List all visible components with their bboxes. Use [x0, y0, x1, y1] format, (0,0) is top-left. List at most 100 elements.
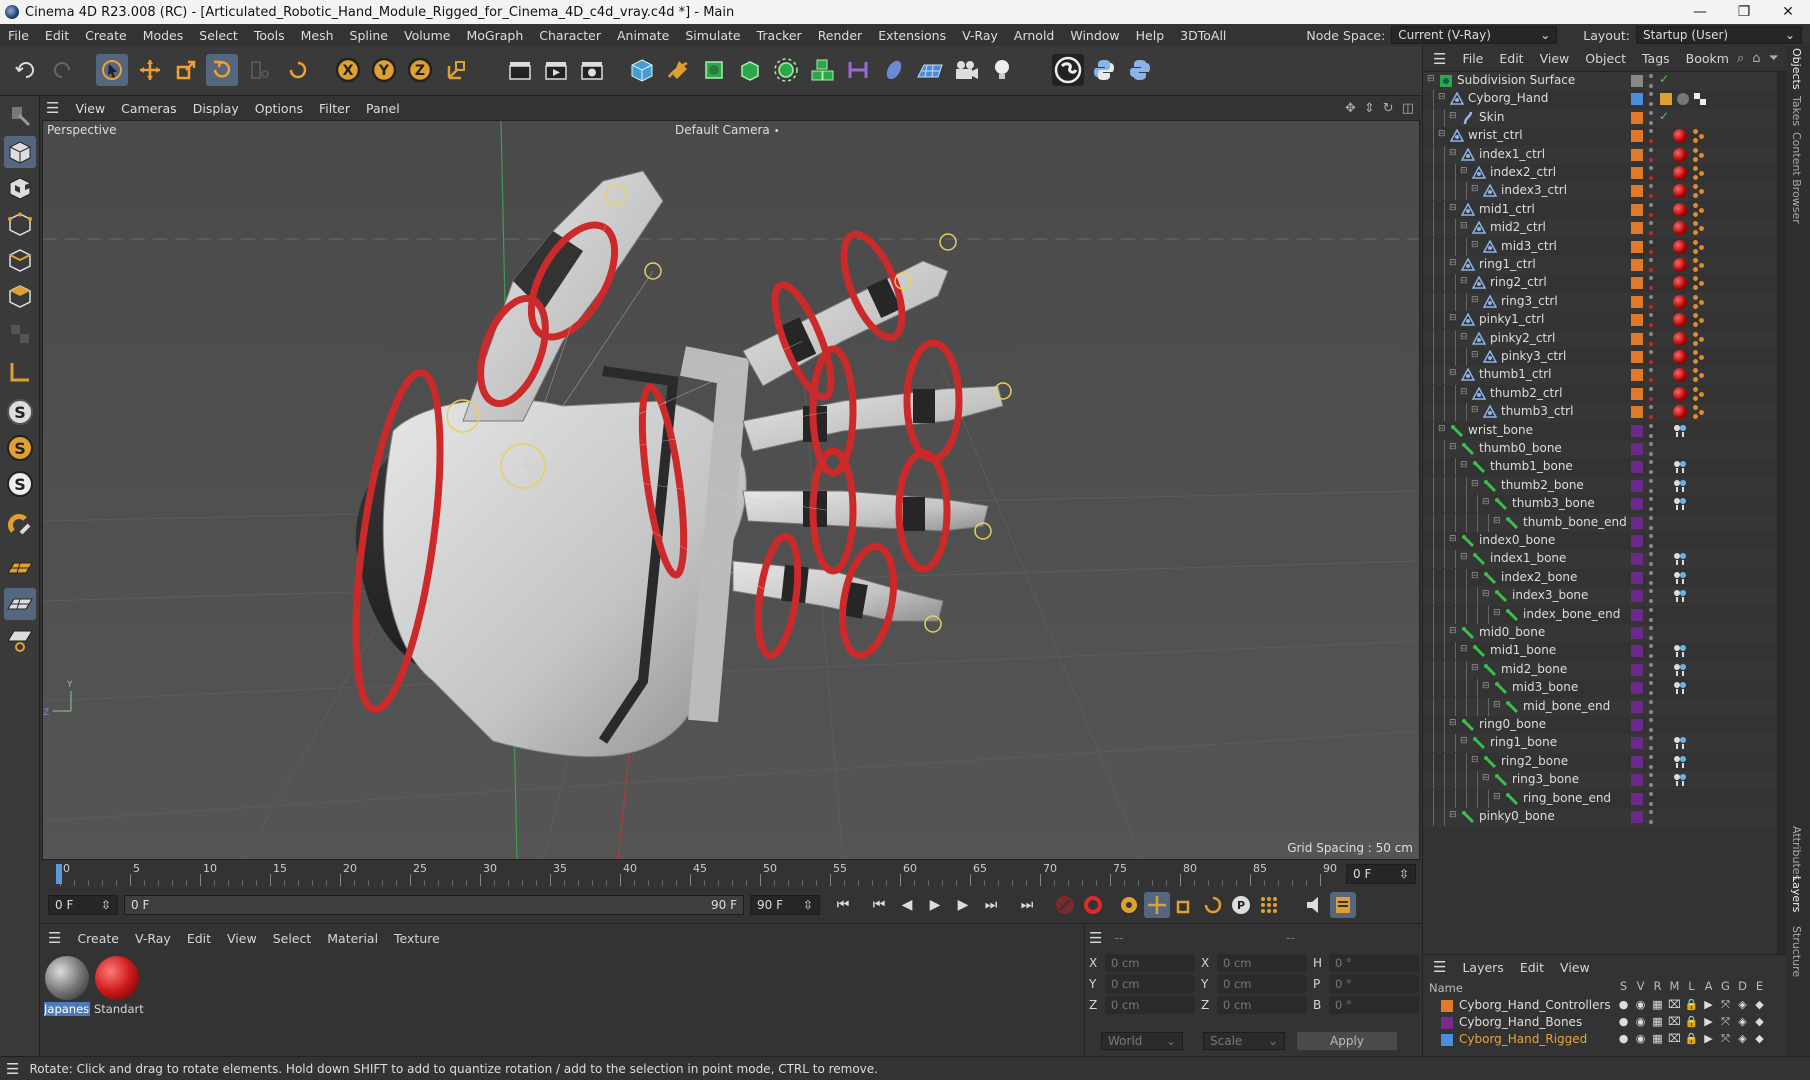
menu-tracker[interactable]: Tracker — [749, 28, 810, 43]
layer-flag-header[interactable]: E — [1751, 979, 1768, 993]
layer-color-swatch[interactable] — [1631, 811, 1643, 823]
rotate-tool-button[interactable] — [206, 54, 238, 86]
parameter-key-button[interactable]: P — [1228, 892, 1254, 918]
polygons-mode-button[interactable] — [4, 280, 36, 312]
menu-animate[interactable]: Animate — [609, 28, 677, 43]
undo-button[interactable] — [10, 54, 42, 86]
scale-tool-button[interactable] — [170, 54, 202, 86]
tree-expander-icon[interactable]: ⊟ — [1460, 736, 1468, 746]
object-row-thumb0-bone[interactable]: ⊟ thumb0_bone — [1423, 440, 1778, 459]
object-row-mid0-bone[interactable]: ⊟ mid0_bone — [1423, 624, 1778, 643]
axis-mode-button[interactable] — [4, 356, 36, 388]
visibility-dots-icon[interactable] — [1649, 644, 1653, 659]
visibility-dots-icon[interactable] — [1649, 423, 1653, 438]
viewport-menu-cameras[interactable]: Cameras — [113, 101, 185, 116]
tree-expander-icon[interactable]: ⊟ — [1449, 442, 1457, 452]
search-icon[interactable]: ⌕ — [1737, 51, 1744, 66]
visibility-dots-icon[interactable] — [1649, 276, 1653, 291]
coords-value-field[interactable]: 0 cm — [1105, 975, 1195, 993]
tree-expander-icon[interactable]: ⊟ — [1427, 74, 1435, 84]
generator-icon[interactable]: ⤧ — [1717, 1032, 1734, 1046]
sound-button[interactable] — [1302, 892, 1328, 918]
ik-tag-icon[interactable] — [1673, 571, 1687, 585]
coords-value-field[interactable]: 0 ° — [1329, 975, 1419, 993]
coords-mode-dropdown[interactable]: Scale ⌄ — [1203, 1032, 1285, 1050]
visibility-dots-icon[interactable] — [1649, 368, 1653, 383]
constraint-tag-icon[interactable] — [1693, 313, 1707, 328]
menu-modes[interactable]: Modes — [135, 28, 192, 43]
hamburger-icon[interactable]: ☰ — [1433, 50, 1454, 68]
menu-extensions[interactable]: Extensions — [870, 28, 954, 43]
layer-color-swatch[interactable] — [1631, 590, 1643, 603]
ik-tag-icon[interactable] — [1673, 644, 1687, 658]
menu-character[interactable]: Character — [531, 28, 609, 43]
layer-flag-header[interactable]: D — [1734, 979, 1751, 993]
menu-select[interactable]: Select — [191, 28, 246, 43]
render-picture-viewer-button[interactable] — [540, 54, 572, 86]
viewport-camera-label[interactable]: Default Camera • — [675, 123, 780, 137]
tree-expander-icon[interactable]: ⊟ — [1449, 111, 1457, 121]
tree-expander-icon[interactable]: ⊟ — [1460, 332, 1468, 342]
object-menu-tags[interactable]: Tags — [1634, 51, 1678, 66]
object-row-thumb3-ctrl[interactable]: ⊟ thumb3_ctrl — [1423, 403, 1778, 422]
mograph-cloner-button[interactable] — [806, 54, 838, 86]
object-row-ring2-ctrl[interactable]: ⊟ ring2_ctrl — [1423, 274, 1778, 293]
layer-color-swatch[interactable] — [1631, 406, 1643, 419]
layer-color-swatch[interactable] — [1631, 130, 1643, 143]
layer-flag-header[interactable]: M — [1666, 979, 1683, 993]
hamburger-icon[interactable]: ☰ — [44, 929, 69, 947]
expression-icon[interactable]: ◆ — [1751, 1015, 1768, 1029]
constraint-tag-icon[interactable] — [1693, 202, 1707, 217]
menu-3dtoall[interactable]: 3DToAll — [1172, 28, 1234, 43]
constraint-tag-icon[interactable] — [1693, 221, 1707, 236]
object-row-index2-ctrl[interactable]: ⊟ index2_ctrl — [1423, 164, 1778, 182]
ik-tag-icon[interactable] — [1673, 589, 1687, 603]
object-row-subdivision-surface[interactable]: ⊟ Subdivision Surface ✓ — [1423, 72, 1778, 91]
ik-tag-icon[interactable] — [1673, 552, 1687, 566]
cube-object-button[interactable] — [626, 54, 658, 86]
material-tag-icon[interactable] — [1673, 221, 1687, 236]
object-row-index1-bone[interactable]: ⊟ index1_bone — [1423, 550, 1778, 569]
layer-color-swatch[interactable] — [1631, 443, 1643, 455]
object-row-pinky1-ctrl[interactable]: ⊟ pinky1_ctrl — [1423, 311, 1778, 330]
layer-color-swatch[interactable] — [1441, 1017, 1453, 1029]
layer-flag-header[interactable]: L — [1683, 979, 1700, 993]
constraint-tag-icon[interactable] — [1693, 331, 1707, 346]
layer-color-swatch[interactable] — [1631, 240, 1643, 253]
uv-mode-button[interactable] — [4, 318, 36, 350]
eye-icon[interactable]: ◉ — [1632, 998, 1649, 1012]
material-tag-icon[interactable] — [1673, 202, 1687, 217]
object-row-thumb-bone-end[interactable]: ⊟ thumb_bone_end — [1423, 513, 1778, 532]
constraint-tag-icon[interactable] — [1693, 239, 1707, 254]
visibility-dots-icon[interactable] — [1649, 662, 1653, 677]
layer-color-swatch[interactable] — [1631, 479, 1643, 492]
tree-expander-icon[interactable]: ⊟ — [1482, 773, 1490, 783]
layer-color-swatch[interactable] — [1631, 167, 1643, 179]
visibility-dots-icon[interactable] — [1649, 699, 1653, 714]
record-button[interactable] — [1052, 892, 1078, 918]
side-tab-attributes[interactable]: Attributes — [1790, 826, 1803, 880]
object-row-index0-bone[interactable]: ⊟ index0_bone — [1423, 532, 1778, 550]
object-row-ring3-ctrl[interactable]: ⊟ ring3_ctrl — [1423, 292, 1778, 312]
manager-icon[interactable]: ⌧ — [1666, 1015, 1683, 1029]
tree-expander-icon[interactable]: ⊟ — [1449, 313, 1457, 323]
menu-window[interactable]: Window — [1062, 28, 1127, 43]
move-view-icon[interactable]: ✥ — [1345, 101, 1356, 116]
ik-tag-icon[interactable] — [1673, 479, 1687, 493]
vray-button[interactable] — [1052, 54, 1084, 86]
layer-row-cyborg-hand-rigged[interactable]: Cyborg_Hand_Rigged ● ◉ ▦ ⌧ 🔒 ▶ ⤧ ◈ ◆ — [1423, 1031, 1787, 1049]
layer-color-swatch[interactable] — [1631, 332, 1643, 345]
side-tab-takes[interactable]: Takes — [1790, 96, 1803, 126]
hamburger-icon[interactable]: ☰ — [1089, 929, 1102, 947]
tree-expander-icon[interactable]: ⊟ — [1460, 644, 1468, 654]
tree-expander-icon[interactable]: ⊟ — [1471, 240, 1479, 250]
menu-edit[interactable]: Edit — [37, 28, 77, 43]
layer-color-swatch[interactable] — [1631, 93, 1643, 106]
constraint-tag-icon[interactable] — [1693, 386, 1707, 401]
menu-volume[interactable]: Volume — [396, 28, 459, 43]
visibility-dots-icon[interactable] — [1649, 570, 1653, 585]
visibility-dots-icon[interactable] — [1649, 92, 1653, 107]
previous-key-button[interactable]: ⏮ — [866, 892, 892, 918]
layer-color-swatch[interactable] — [1631, 755, 1643, 768]
python-plugin-button[interactable] — [1124, 54, 1156, 86]
